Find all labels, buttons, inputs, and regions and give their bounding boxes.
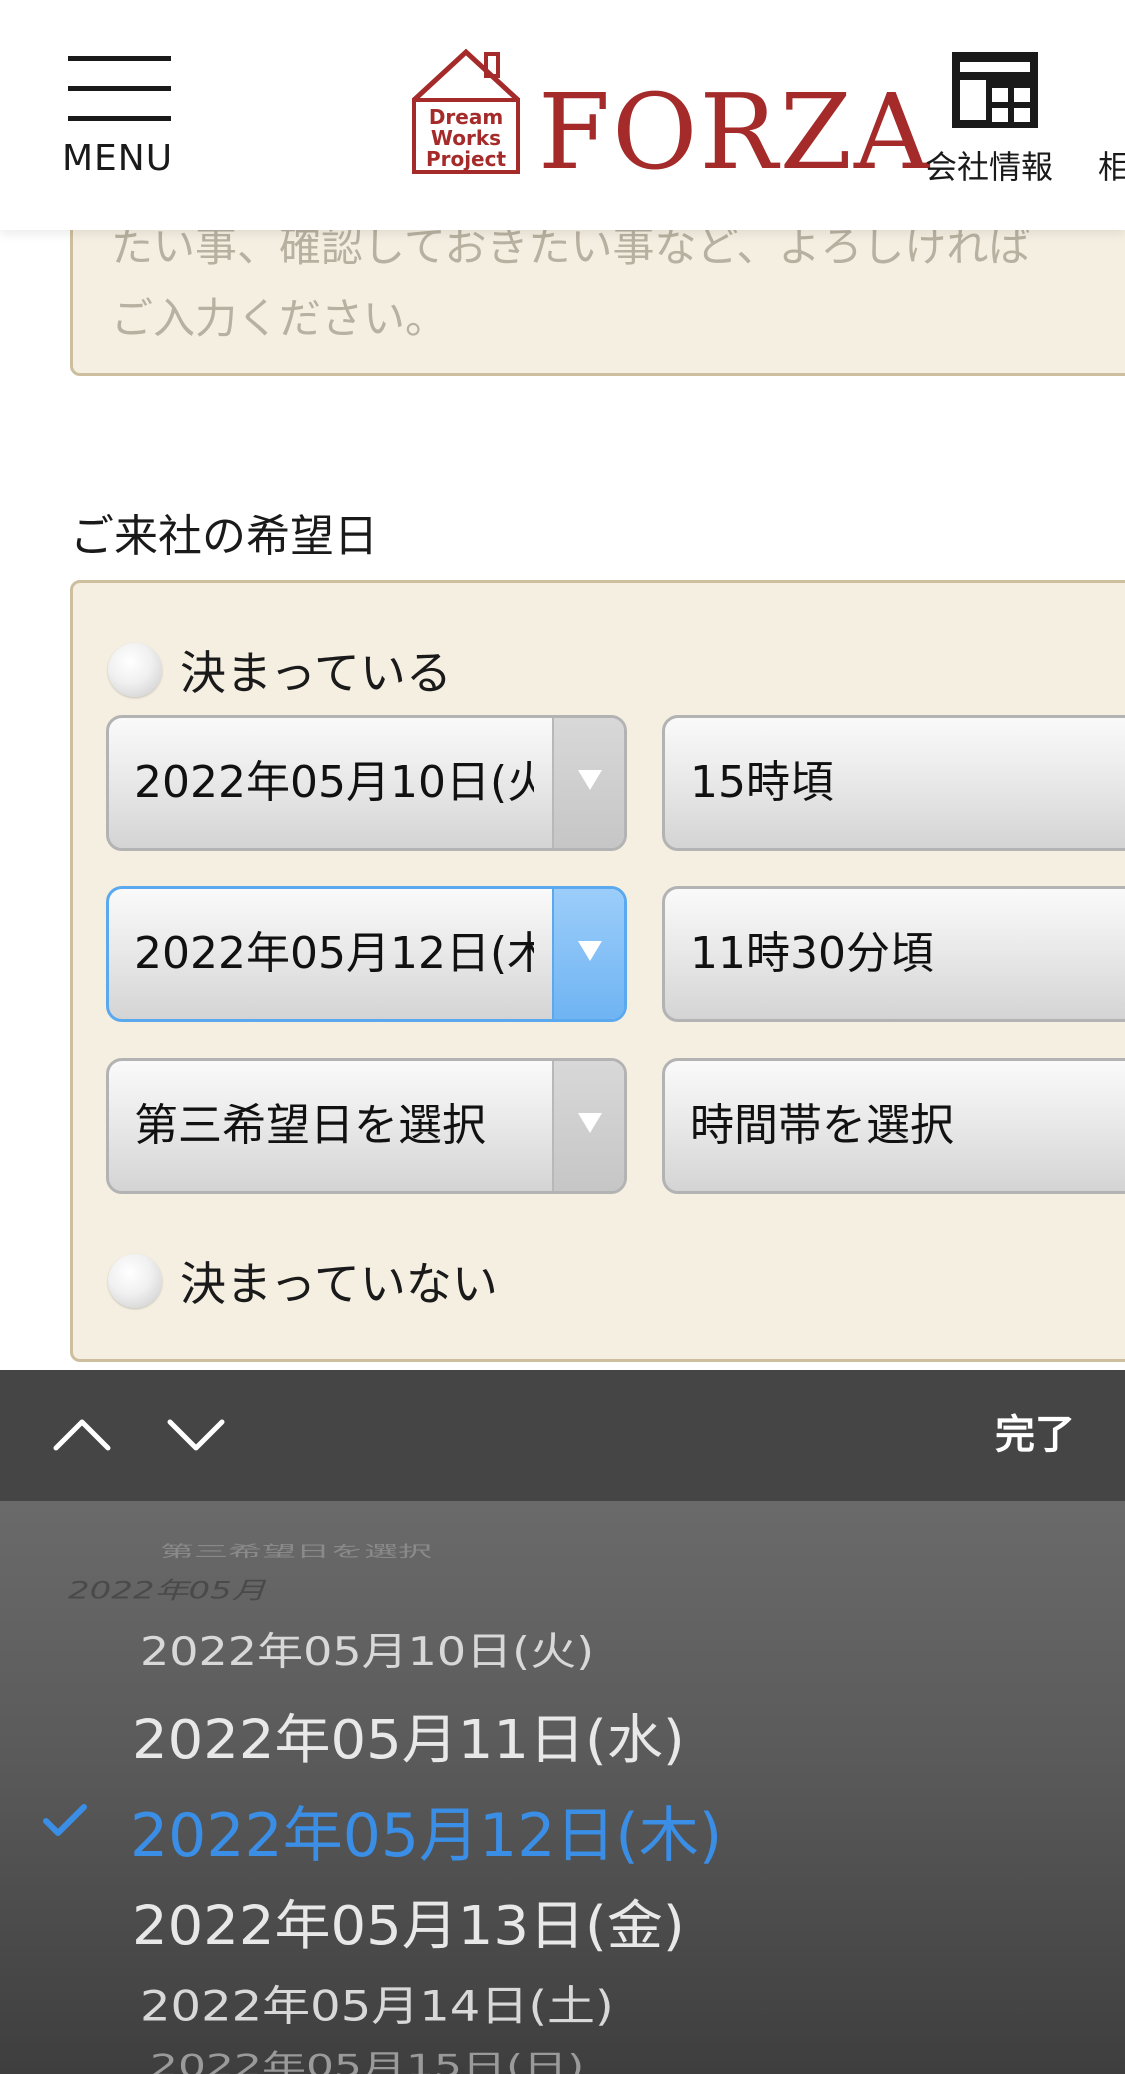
dropdown-arrow bbox=[552, 1061, 624, 1191]
picker-toolbar: 完了 bbox=[0, 1370, 1125, 1501]
checkmark-icon bbox=[43, 1804, 87, 1836]
done-button[interactable]: 完了 bbox=[995, 1370, 1075, 1501]
date-picker-wheel[interactable]: 第三希望日を選択 2022年05月 2022年05月10日(火) 2022年05… bbox=[0, 1501, 1125, 2074]
picker-option[interactable]: 2022年05月13日(金) bbox=[132, 1883, 685, 1960]
placeholder-line2: ご入力ください。 bbox=[111, 294, 448, 343]
next-nav-label: 相 bbox=[1098, 148, 1125, 186]
triangle-down-icon bbox=[578, 941, 602, 961]
picker-option-selected[interactable]: 2022年05月12日(木) bbox=[130, 1787, 722, 1874]
hamburger-icon-bar bbox=[68, 86, 171, 91]
hamburger-icon-bar bbox=[68, 116, 171, 121]
site-header: MENU Dream Works Project FORZA 会社情報 相 bbox=[0, 0, 1125, 230]
radio-decided-label: 決まっている bbox=[180, 646, 452, 700]
radio-undecided[interactable]: 決まっていない bbox=[108, 1248, 498, 1314]
picker-group-label: 2022年05月 bbox=[68, 1576, 266, 1605]
radio-button-icon[interactable] bbox=[108, 1254, 162, 1308]
chevron-down-icon[interactable] bbox=[166, 1410, 226, 1460]
radio-undecided-label: 決まっていない bbox=[180, 1257, 498, 1311]
menu-label: MENU bbox=[62, 138, 174, 179]
next-nav-button[interactable]: 相 bbox=[1098, 142, 1125, 188]
date1-select[interactable]: 2022年05月10日(火 bbox=[106, 715, 627, 851]
logo-tag-line3: Project bbox=[426, 147, 507, 171]
building-icon bbox=[952, 52, 1038, 128]
visit-date-title: ご来社の希望日 bbox=[70, 511, 378, 562]
time2-value: 11時30分頃 bbox=[690, 928, 934, 979]
time3-select[interactable]: 時間帯を選択 bbox=[662, 1058, 1125, 1194]
brand-name: FORZA bbox=[538, 71, 932, 193]
company-info-button[interactable]: 会社情報 bbox=[925, 50, 1065, 190]
forza-logo[interactable]: Dream Works Project FORZA bbox=[410, 48, 929, 184]
date1-value: 2022年05月10日(火 bbox=[134, 757, 534, 808]
time3-placeholder: 時間帯を選択 bbox=[690, 1100, 954, 1151]
picker-option[interactable]: 2022年05月14日(土) bbox=[140, 1971, 614, 2033]
picker-option[interactable]: 2022年05月11日(水) bbox=[132, 1697, 685, 1774]
radio-button-icon[interactable] bbox=[108, 643, 162, 697]
picker-option[interactable]: 2022年05月15日(日) bbox=[150, 2041, 584, 2074]
house-logo-icon: Dream Works Project bbox=[412, 48, 520, 174]
time1-value: 15時頃 bbox=[690, 757, 834, 808]
date3-select[interactable]: 第三希望日を選択 bbox=[106, 1058, 627, 1194]
date3-placeholder: 第三希望日を選択 bbox=[134, 1100, 486, 1151]
dropdown-arrow bbox=[552, 889, 624, 1019]
hamburger-icon bbox=[68, 56, 171, 61]
menu-button[interactable]: MENU bbox=[62, 56, 182, 186]
dropdown-arrow bbox=[552, 718, 624, 848]
time1-select[interactable]: 15時頃 bbox=[662, 715, 1125, 851]
picker-option[interactable]: 2022年05月10日(火) bbox=[140, 1621, 594, 1677]
time2-select[interactable]: 11時30分頃 bbox=[662, 886, 1125, 1022]
triangle-down-icon bbox=[578, 770, 602, 790]
company-info-label: 会社情報 bbox=[925, 148, 1054, 186]
radio-decided[interactable]: 決まっている bbox=[108, 637, 452, 703]
chevron-up-icon[interactable] bbox=[52, 1410, 112, 1460]
date2-select[interactable]: 2022年05月12日(木 bbox=[106, 886, 627, 1022]
picker-faded-option: 第三希望日を選択 bbox=[160, 1542, 432, 1561]
date2-value: 2022年05月12日(木 bbox=[134, 928, 534, 979]
triangle-down-icon bbox=[578, 1113, 602, 1133]
